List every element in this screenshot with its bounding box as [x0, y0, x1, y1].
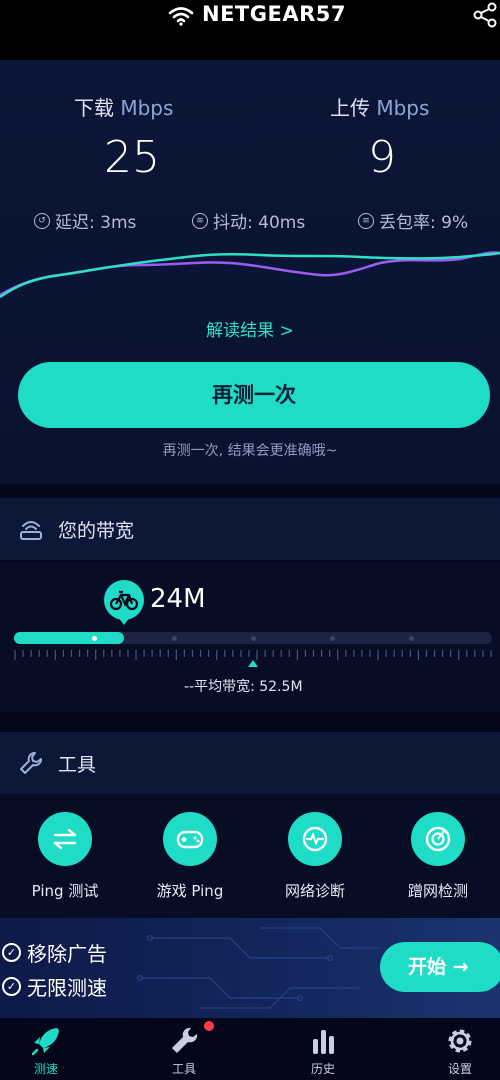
tab-tools[interactable]: 工具 [154, 1024, 214, 1077]
bandwidth-value: 24M [150, 584, 206, 614]
average-marker [248, 660, 258, 667]
retest-button[interactable]: 再测一次 [18, 362, 490, 428]
check-circle-icon: ✓ [2, 943, 21, 962]
bike-badge [104, 580, 144, 620]
bottom-tab-bar: 测速 工具 历史 设置 [0, 1018, 500, 1080]
radar-icon [425, 826, 451, 852]
speed-wave-graph [0, 251, 500, 299]
share-icon[interactable] [472, 2, 498, 28]
packet-loss-icon: ≡ [358, 212, 374, 229]
tools-notification-badge [204, 1021, 214, 1031]
bicycle-icon [109, 590, 139, 611]
wifi-icon [168, 7, 194, 26]
game-ping-tool[interactable]: 游戏 Ping [135, 812, 245, 901]
bar-chart-icon [313, 1030, 334, 1054]
track-dot [92, 636, 97, 641]
start-premium-button[interactable]: 开始 → [380, 942, 500, 992]
tools-title: 工具 [58, 754, 97, 776]
premium-promo-banner: ✓ 移除广告 ✓ 无限测速 开始 → [0, 918, 500, 1018]
bandwidth-fill [14, 632, 124, 644]
router-icon [20, 521, 42, 540]
gear-icon [448, 1029, 472, 1053]
average-bandwidth-label: --平均带宽: 52.5M [184, 679, 303, 695]
tools-panel: Ping 测试 游戏 Ping 网络诊断 蹭网检测 [0, 794, 500, 918]
download-unit: Mbps [120, 96, 174, 120]
bike-pointer [118, 617, 130, 625]
leech-detection-tool[interactable]: 蹭网检测 [383, 812, 493, 901]
download-wave-line [0, 251, 500, 299]
tab-settings[interactable]: 设置 [430, 1024, 490, 1077]
ping-test-tool[interactable]: Ping 测试 [10, 812, 120, 901]
bandwidth-panel: 24M --平均带宽: 52.5M [0, 562, 500, 712]
remove-ads-perk: ✓ 移除广告 [2, 938, 107, 967]
download-value: 25 [104, 132, 160, 183]
track-dot [251, 636, 256, 641]
upload-label: 上传 Mbps [330, 96, 430, 120]
check-circle-icon: ✓ [2, 977, 21, 996]
status-header: NETGEAR57 [0, 0, 500, 60]
track-dot [172, 636, 177, 641]
latency-icon: ↺ [34, 212, 50, 229]
track-dot [330, 636, 335, 641]
bandwidth-title: 您的带宽 [58, 520, 135, 542]
download-label: 下载 Mbps [74, 96, 174, 120]
track-dot [409, 636, 414, 641]
packet-loss-stat: ≡ 丢包率: 9% [358, 208, 468, 233]
swap-arrows-icon [53, 828, 77, 850]
network-name: NETGEAR57 [202, 2, 346, 26]
jitter-stat: ≋ 抖动: 40ms [192, 208, 305, 233]
retest-hint: 再测一次, 结果会更准确哦~ [162, 443, 338, 459]
unlimited-speedtest-perk: ✓ 无限测速 [2, 972, 107, 1001]
network-diagnosis-tool[interactable]: 网络诊断 [260, 812, 370, 901]
wrench-icon [20, 752, 42, 774]
pulse-icon [302, 826, 328, 852]
bandwidth-track [14, 632, 492, 644]
speed-result-card: 下载 Mbps 25 上传 Mbps 9 ↺ 延迟: 3ms ≋ 抖动: 40m… [0, 60, 500, 484]
gamepad-icon [176, 830, 204, 849]
interpret-results-link[interactable]: 解读结果 > [0, 316, 500, 341]
tab-speedtest[interactable]: 测速 [16, 1024, 76, 1077]
wrench-icon [172, 1027, 198, 1053]
latency-stat: ↺ 延迟: 3ms [34, 208, 136, 233]
bandwidth-scale-ticks [14, 650, 492, 660]
upload-unit: Mbps [376, 96, 430, 120]
tab-history[interactable]: 历史 [293, 1024, 353, 1077]
bandwidth-section-header: 您的带宽 [0, 498, 500, 560]
jitter-icon: ≋ [192, 212, 208, 229]
rocket-icon [31, 1028, 59, 1056]
tools-section-header: 工具 [0, 732, 500, 794]
upload-value: 9 [368, 132, 396, 183]
